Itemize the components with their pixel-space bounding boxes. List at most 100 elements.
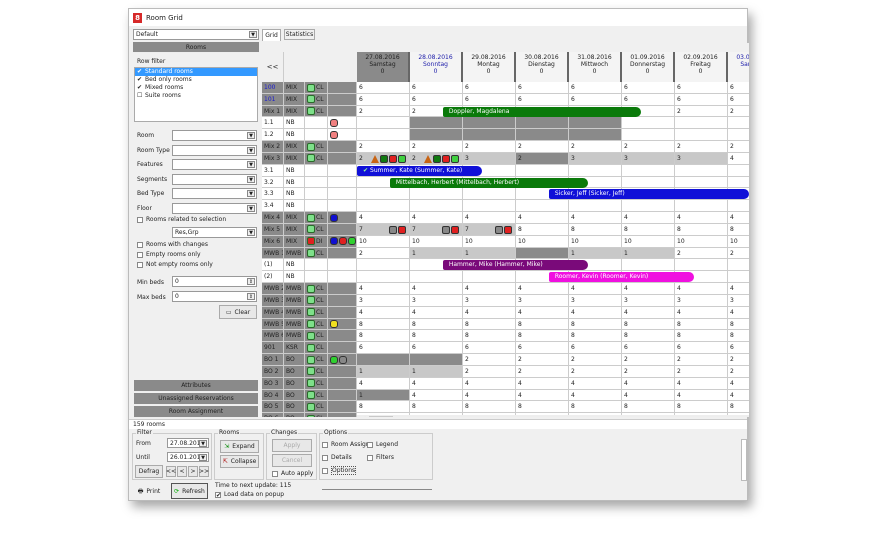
room-status[interactable] xyxy=(305,188,328,201)
grid-cell[interactable] xyxy=(675,176,728,189)
grid-cell[interactable] xyxy=(357,271,410,284)
room-status[interactable]: CL xyxy=(305,247,328,260)
grid-cell[interactable]: 4 xyxy=(569,283,622,295)
grid-cell[interactable]: 2 xyxy=(357,152,410,165)
room-name[interactable]: BO 6 xyxy=(262,413,284,417)
grid-cell[interactable]: 2 xyxy=(675,354,728,366)
grid-cell[interactable]: 8 xyxy=(516,330,569,343)
grid-cell[interactable]: 3 xyxy=(675,294,728,307)
room-status[interactable] xyxy=(305,200,328,213)
grid-cell[interactable]: 3 xyxy=(463,294,516,307)
room-name[interactable]: BO 1 xyxy=(262,354,284,366)
room-status[interactable]: DI xyxy=(305,235,328,248)
grid-cell[interactable]: 4 xyxy=(410,306,463,319)
grid-cell[interactable]: 2 xyxy=(410,152,463,165)
nav-back-button[interactable]: << xyxy=(262,52,284,82)
grid-cell[interactable] xyxy=(410,354,463,366)
grid-cell[interactable]: 2 xyxy=(410,141,463,153)
until-date-picker[interactable]: 26.01.2017 ▼ xyxy=(167,452,209,462)
rooms-section-header[interactable]: Rooms xyxy=(133,42,259,53)
room-status[interactable] xyxy=(305,271,328,284)
grid-cell[interactable]: 10 xyxy=(569,235,622,248)
grid-cell[interactable] xyxy=(728,259,749,272)
room-status[interactable] xyxy=(305,164,328,177)
collapse-button[interactable]: ⇱ Collapse xyxy=(220,455,259,468)
grid-cell[interactable]: 2 xyxy=(569,141,622,153)
room-name[interactable]: Mix 5 xyxy=(262,223,284,236)
grid-cell[interactable]: 6 xyxy=(357,93,410,106)
room-name[interactable]: (1) xyxy=(262,259,284,272)
grid-cell[interactable]: 8 xyxy=(728,318,749,331)
related-combo[interactable]: Res,Grp ▼ xyxy=(172,227,257,238)
grid-cell[interactable]: 2 xyxy=(516,365,569,378)
grid-cell[interactable] xyxy=(622,259,675,272)
room-status[interactable]: CL xyxy=(305,318,328,331)
grid-cell[interactable] xyxy=(357,354,410,366)
accordion-attributes[interactable]: Attributes xyxy=(134,380,258,392)
row-filter-list[interactable]: ✔ Standard rooms ✔ Bed only rooms ✔ Mixed roo… xyxy=(134,67,258,122)
grid-cell[interactable]: 7 xyxy=(357,223,410,236)
grid-cell[interactable]: 2 xyxy=(728,354,749,366)
grid-cell[interactable] xyxy=(622,164,675,177)
grid-cell[interactable]: 4 xyxy=(410,283,463,295)
grid-cell[interactable] xyxy=(463,188,516,201)
grid-cell[interactable]: 2 xyxy=(622,365,675,378)
grid-cell[interactable]: 2 xyxy=(728,365,749,378)
grid-cell[interactable]: 8 xyxy=(622,318,675,331)
grid-cell[interactable]: 4 xyxy=(675,212,728,224)
grid-cell[interactable]: 8 xyxy=(569,223,622,236)
grid-cell[interactable]: 8 xyxy=(675,223,728,236)
grid-cell[interactable]: 4 xyxy=(463,212,516,224)
row-filter-item[interactable]: ✔ Mixed rooms xyxy=(135,84,257,92)
clear-button[interactable]: ▭ Clear xyxy=(219,305,257,319)
grid-cell[interactable]: 4 xyxy=(357,377,410,390)
grid-cell[interactable]: 8 xyxy=(622,330,675,343)
grid-cell[interactable]: 10 xyxy=(463,235,516,248)
grid-cell[interactable] xyxy=(728,200,749,213)
grid-cell[interactable]: 8 xyxy=(728,401,749,414)
room-status[interactable]: CL xyxy=(305,105,328,118)
grid-cell[interactable]: 4 xyxy=(410,389,463,402)
grid-cell[interactable]: 6 xyxy=(410,93,463,106)
grid-cell[interactable] xyxy=(463,129,516,142)
grid-cell[interactable]: 2 xyxy=(516,152,569,165)
grid-cell[interactable]: 4 xyxy=(410,212,463,224)
grid-cell[interactable]: 8 xyxy=(569,401,622,414)
grid-cell[interactable] xyxy=(569,200,622,213)
grid-cell[interactable]: 4 xyxy=(516,306,569,319)
room-status[interactable]: CL xyxy=(305,152,328,165)
print-button[interactable]: 🖶 Print xyxy=(133,485,165,498)
grid-cell[interactable] xyxy=(463,271,516,284)
grid-cell[interactable]: 3 xyxy=(622,294,675,307)
expand-button[interactable]: ⇲ Expand xyxy=(220,440,259,453)
grid-cell[interactable]: 4 xyxy=(463,306,516,319)
grid-cell[interactable]: 6 xyxy=(675,82,728,94)
reservation-bar[interactable]: Doppler, Magdalena xyxy=(442,106,642,117)
grid-cell[interactable]: 6 xyxy=(675,342,728,355)
grid-cell[interactable] xyxy=(516,200,569,213)
filter-field-combo[interactable]: ▼ xyxy=(172,130,257,141)
grid-cell[interactable]: 6 xyxy=(728,342,749,355)
room-status[interactable] xyxy=(305,176,328,189)
grid-cell[interactable]: 6 xyxy=(728,93,749,106)
grid-cell[interactable]: 8 xyxy=(410,401,463,414)
grid-cell[interactable]: 8 xyxy=(728,223,749,236)
grid-cell[interactable]: 8 xyxy=(463,401,516,414)
grid-cell[interactable] xyxy=(410,200,463,213)
grid-cell[interactable]: 4 xyxy=(728,306,749,319)
filters-checkbox[interactable]: Filters xyxy=(367,454,394,461)
room-name[interactable]: Mix 4 xyxy=(262,212,284,224)
grid-cell[interactable] xyxy=(357,188,410,201)
grid-cell[interactable]: 4 xyxy=(569,389,622,402)
scrollbar-thumb[interactable] xyxy=(369,416,393,417)
grid-cell[interactable] xyxy=(463,200,516,213)
room-status[interactable]: CL xyxy=(305,306,328,319)
grid-cell[interactable]: 8 xyxy=(410,330,463,343)
day-header[interactable]: 29.08.2016 Montag 0 xyxy=(463,52,516,82)
first-button[interactable]: << xyxy=(166,466,176,477)
room-status[interactable] xyxy=(305,259,328,272)
grid-cell[interactable]: 6 xyxy=(516,342,569,355)
grid-cell[interactable]: 4 xyxy=(728,389,749,402)
filter-checkbox[interactable]: Not empty rooms only xyxy=(137,261,213,268)
grid-cell[interactable]: 4 xyxy=(675,306,728,319)
